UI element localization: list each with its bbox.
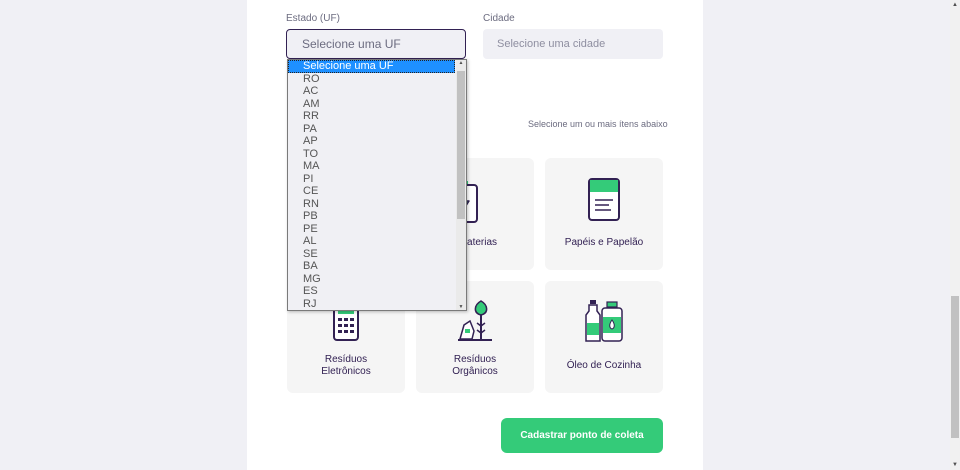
dropdown-scrollbar[interactable]: ▲ ▼ bbox=[456, 60, 466, 310]
uf-options-container: Selecione uma UF RO AC AM RR PA AP TO MA PI CE RN PB… bbox=[288, 60, 466, 310]
uf-option[interactable]: AC bbox=[288, 85, 455, 98]
uf-option[interactable]: RJ bbox=[288, 298, 455, 311]
uf-option[interactable]: CE bbox=[288, 185, 455, 198]
uf-option[interactable]: AL bbox=[288, 235, 455, 248]
uf-option[interactable]: RO bbox=[288, 73, 455, 86]
city-select[interactable]: Selecione uma cidade bbox=[483, 29, 663, 59]
page-scroll-up-icon[interactable]: ▲ bbox=[950, 0, 960, 10]
uf-option[interactable]: SE bbox=[288, 248, 455, 261]
uf-option[interactable]: AM bbox=[288, 98, 455, 111]
item-papeis[interactable]: Papéis e Papelão bbox=[545, 158, 663, 270]
uf-label: Estado (UF) bbox=[286, 13, 340, 24]
scroll-up-icon[interactable]: ▲ bbox=[456, 60, 466, 66]
page-scrollbar[interactable]: ▲ ▼ bbox=[950, 0, 960, 470]
uf-select[interactable]: Selecione uma UF bbox=[286, 29, 466, 59]
dropdown-scroll-thumb[interactable] bbox=[457, 71, 465, 219]
uf-option[interactable]: PA bbox=[288, 123, 455, 136]
uf-option[interactable]: PB bbox=[288, 210, 455, 223]
uf-option[interactable]: ES bbox=[288, 285, 455, 298]
uf-option[interactable]: MG bbox=[288, 273, 455, 286]
uf-option[interactable]: MA bbox=[288, 160, 455, 173]
uf-option[interactable]: TO bbox=[288, 148, 455, 161]
submit-button[interactable]: Cadastrar ponto de coleta bbox=[501, 418, 663, 453]
item-eletronicos-label-1: Resíduos bbox=[324, 354, 368, 365]
uf-option[interactable]: PI bbox=[288, 173, 455, 186]
uf-option[interactable]: RR bbox=[288, 110, 455, 123]
city-label: Cidade bbox=[483, 13, 515, 24]
uf-option[interactable]: AP bbox=[288, 135, 455, 148]
page-scroll-thumb[interactable] bbox=[951, 296, 959, 438]
oil-bottle-icon bbox=[585, 300, 623, 342]
page-scroll-down-icon[interactable]: ▼ bbox=[950, 460, 960, 470]
uf-option[interactable]: PE bbox=[288, 223, 455, 236]
scroll-down-icon[interactable]: ▼ bbox=[456, 304, 466, 310]
item-organicos-label-1: Resíduos bbox=[453, 354, 497, 365]
uf-option[interactable]: BA bbox=[288, 260, 455, 273]
item-organicos-label-2: Orgânicos bbox=[452, 366, 498, 377]
item-oleo[interactable]: Óleo de Cozinha bbox=[545, 281, 663, 393]
paper-icon bbox=[588, 178, 620, 221]
items-hint: Selecione um ou mais ítens abaixo bbox=[528, 119, 668, 129]
item-papeis-label: Papéis e Papelão bbox=[564, 237, 644, 248]
uf-option[interactable]: RN bbox=[288, 198, 455, 211]
uf-dropdown-list[interactable]: Selecione uma UF RO AC AM RR PA AP TO MA PI CE RN PB… bbox=[287, 59, 467, 311]
item-eletronicos-label-2: Eletrônicos bbox=[321, 366, 371, 377]
uf-option[interactable]: Selecione uma UF bbox=[288, 60, 455, 73]
item-oleo-label: Óleo de Cozinha bbox=[566, 360, 642, 371]
